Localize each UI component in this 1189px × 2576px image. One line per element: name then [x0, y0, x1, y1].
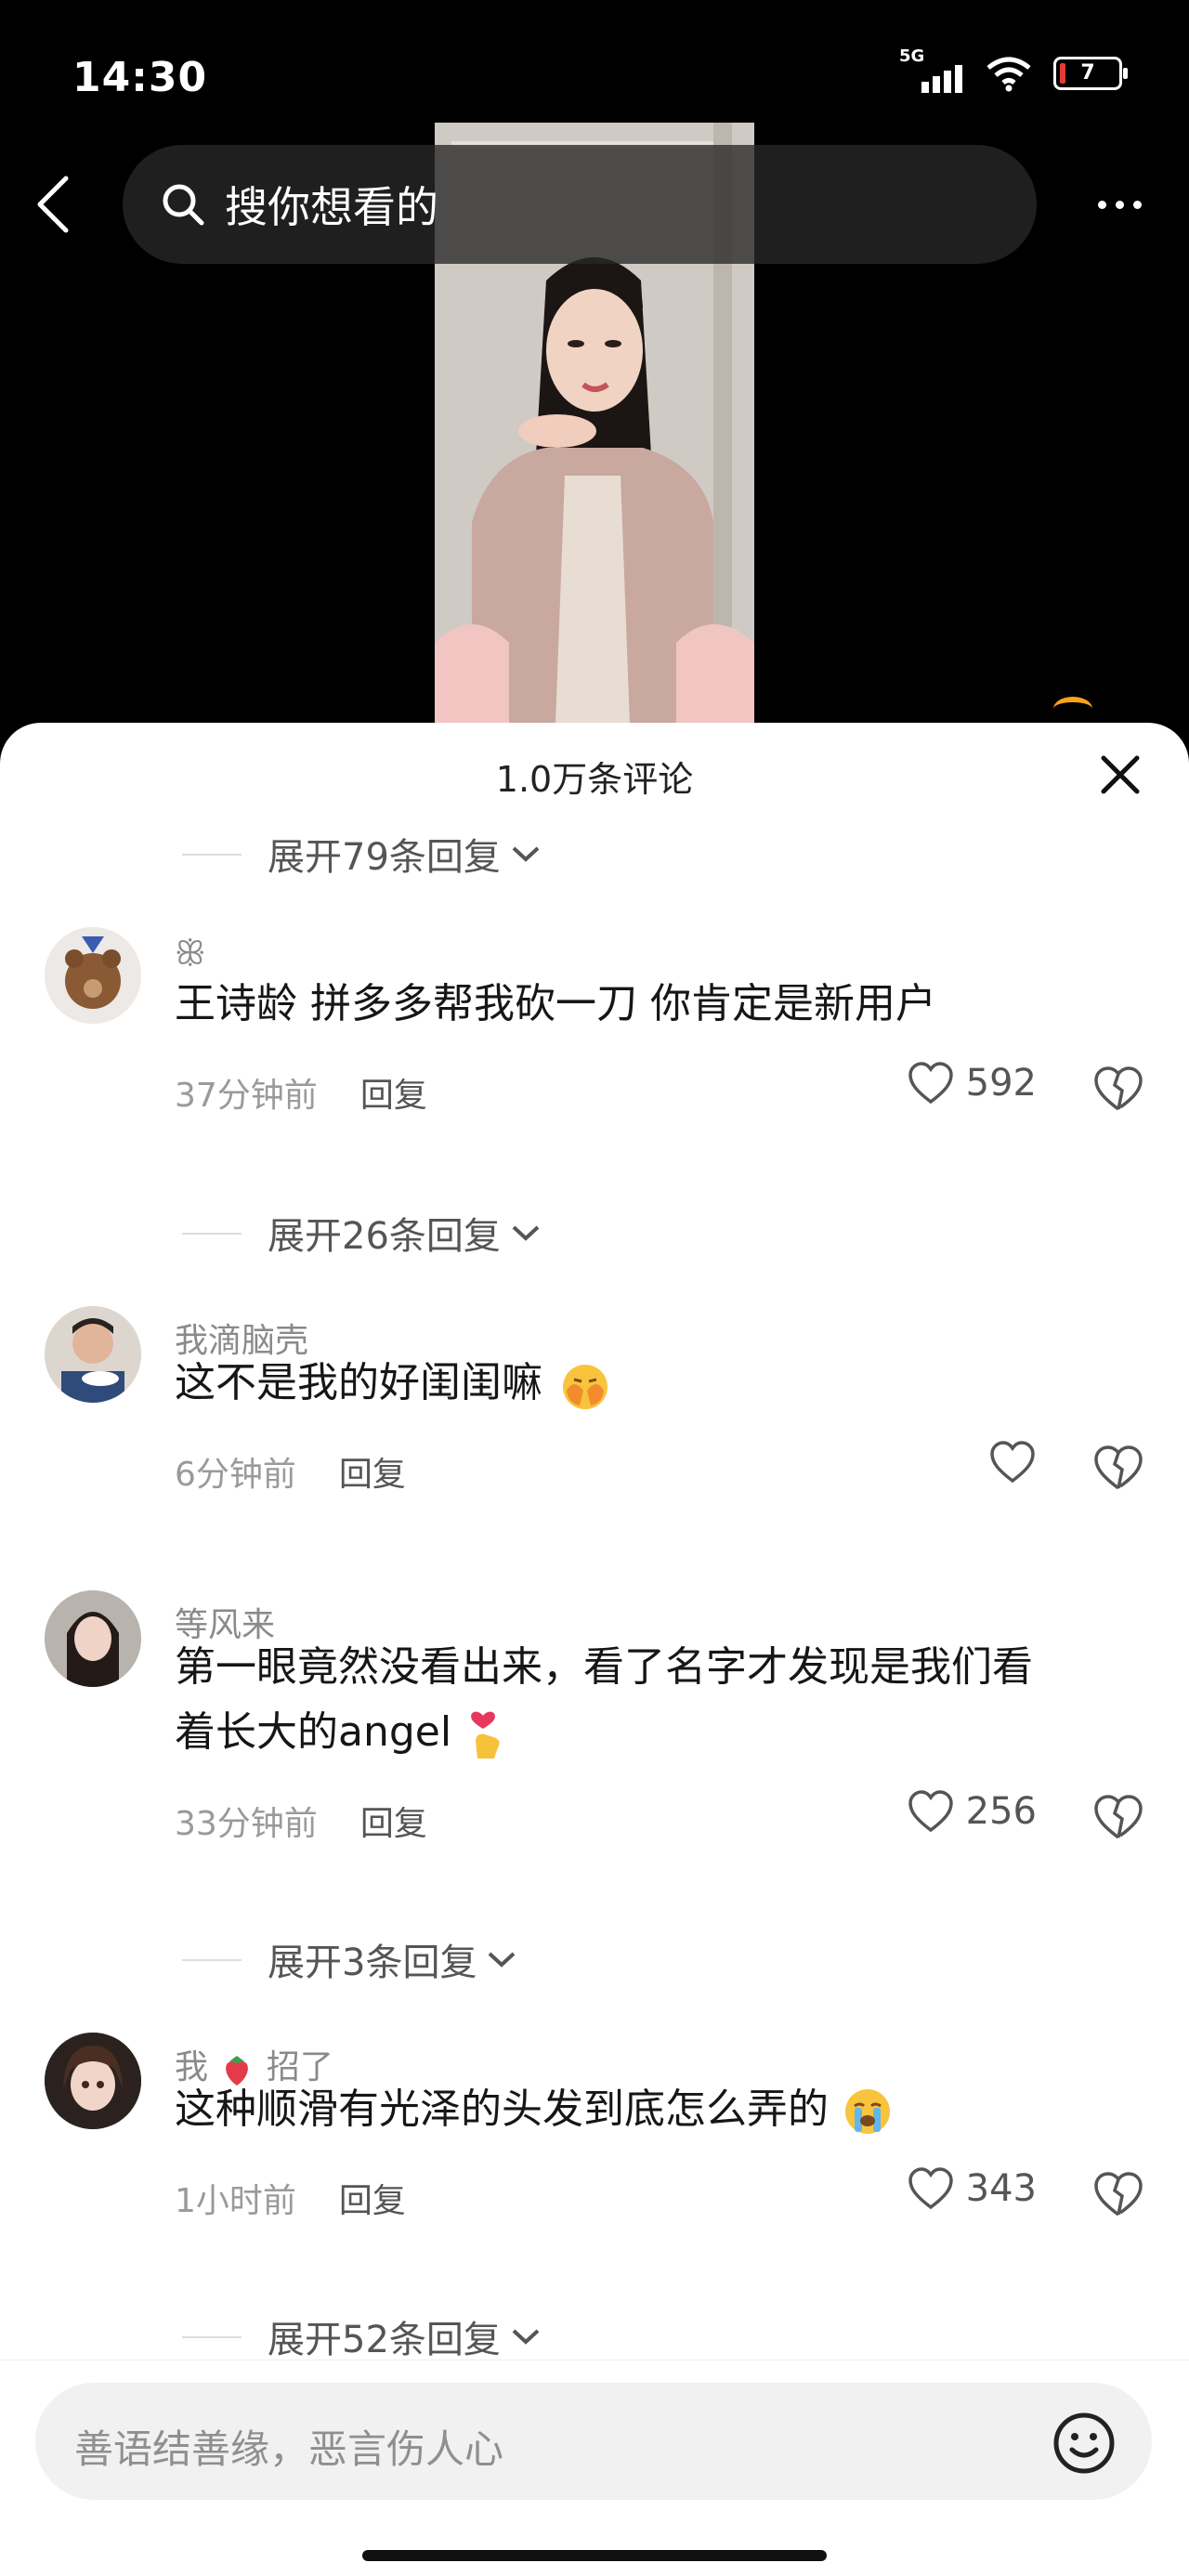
back-icon [37, 176, 69, 233]
search-placeholder: 搜你想看的 [225, 182, 438, 232]
comment-text-line: 着长大的angel [175, 1700, 1141, 1765]
comment-input[interactable]: 善语结善缘，恶言伤人心 [35, 2383, 1152, 2500]
comment-composer: 善语结善缘，恶言伤人心 [0, 2360, 1189, 2576]
status-bar: 14:30 5G 7 [0, 0, 1189, 139]
broken-heart-icon[interactable] [1092, 1793, 1144, 1841]
expand-replies-label: 展开79条回复 [268, 836, 501, 879]
expand-replies-button[interactable]: 展开52条回复 [182, 2309, 542, 2363]
comment-time: 6分钟前 [175, 1456, 296, 1494]
chevron-down-icon [512, 1225, 540, 1241]
close-icon[interactable] [1092, 747, 1148, 803]
comment-text-body: 这不是我的好闺闺嘛 [175, 1359, 542, 1406]
crying-face-emoji [845, 2089, 890, 2134]
face-with-hands-emoji [563, 1365, 608, 1409]
chevron-down-icon [489, 1952, 516, 1968]
heart-icon [908, 2167, 953, 2210]
comment-meta: 37分钟前 回复 [175, 1068, 427, 1117]
emoji-icon[interactable] [1052, 2411, 1117, 2476]
expand-replies-label: 展开3条回复 [268, 1942, 477, 1984]
avatar[interactable] [45, 2033, 141, 2129]
like-button[interactable]: 592 [907, 1061, 1037, 1105]
username[interactable]: ꕥ [175, 935, 205, 974]
heart-icon [908, 1790, 953, 1833]
comments-sheet: 1.0万条评论 展开79条回复 ꕥ 王诗龄 拼多多帮我砍一刀 你肯定是新用户 3… [0, 723, 1189, 2575]
comments-header: 1.0万条评论 [0, 723, 1189, 821]
reply-button[interactable]: 回复 [339, 1447, 406, 1496]
comments-title: 1.0万条评论 [495, 759, 694, 800]
heart-icon [908, 1062, 953, 1105]
signal-icon: 5G [899, 46, 964, 93]
comment-time: 1小时前 [175, 2182, 296, 2220]
finger-heart-emoji [471, 1711, 500, 1759]
expand-replies-button[interactable]: 展开26条回复 [182, 1206, 542, 1260]
like-count: 343 [965, 2167, 1037, 2210]
comment-text: 这不是我的好闺闺嘛 [175, 1351, 1141, 1416]
comment-input-placeholder: 善语结善缘，恶言伤人心 [74, 2426, 504, 2472]
avatar[interactable] [45, 1590, 141, 1687]
reply-button[interactable]: 回复 [360, 1797, 427, 1845]
status-icons: 5G 7 [899, 46, 1128, 93]
comment-text: 第一眼竟然没看出来，看了名字才发现是我们看 着长大的angel [175, 1635, 1141, 1765]
avatar[interactable] [45, 1306, 141, 1403]
broken-heart-icon[interactable] [1092, 1065, 1144, 1113]
like-button[interactable]: 343 [907, 2166, 1037, 2211]
reply-button[interactable]: 回复 [339, 2174, 406, 2222]
broken-heart-icon[interactable] [1092, 2170, 1144, 2218]
battery-icon: 7 [1053, 57, 1128, 90]
like-count: 592 [965, 1062, 1037, 1105]
like-button[interactable]: 256 [907, 1789, 1037, 1834]
like-button[interactable] [988, 1440, 1037, 1484]
comment-text-line: 第一眼竟然没看出来，看了名字才发现是我们看 [175, 1643, 1033, 1691]
wifi-icon [986, 57, 1031, 92]
like-count: 256 [965, 1790, 1037, 1833]
more-button[interactable] [1087, 178, 1152, 230]
comment-text-body: 这种顺滑有光泽的头发到底怎么弄的 [175, 2086, 829, 2133]
comment-time: 33分钟前 [175, 1805, 318, 1843]
comment-meta: 33分钟前 回复 [175, 1797, 427, 1845]
comment-meta: 1小时前 回复 [175, 2174, 406, 2222]
broken-heart-icon[interactable] [1092, 1444, 1144, 1492]
reply-button[interactable]: 回复 [360, 1068, 427, 1117]
chevron-down-icon [512, 2329, 540, 2345]
battery-level: 7 [1080, 61, 1095, 85]
comment-text: 王诗龄 拼多多帮我砍一刀 你肯定是新用户 [175, 980, 936, 1027]
expand-replies-button[interactable]: 展开79条回复 [182, 827, 542, 881]
comment-meta: 6分钟前 回复 [175, 1447, 406, 1496]
avatar[interactable] [45, 927, 141, 1024]
expand-replies-label: 展开26条回复 [268, 1215, 501, 1258]
comment-text: 这种顺滑有光泽的头发到底怎么弄的 [175, 2077, 1141, 2142]
comment-time: 37分钟前 [175, 1077, 318, 1115]
expand-replies-label: 展开52条回复 [268, 2319, 501, 2361]
more-icon [1097, 200, 1106, 209]
progress-hint [1053, 697, 1092, 721]
chevron-down-icon [512, 846, 540, 862]
search-bar[interactable]: 搜你想看的 [123, 145, 1037, 264]
heart-icon [990, 1441, 1035, 1484]
comment-text-line2: 着长大的angel [175, 1708, 452, 1756]
search-icon [163, 184, 204, 226]
expand-replies-button[interactable]: 展开3条回复 [182, 1932, 517, 1986]
back-button[interactable] [28, 167, 78, 242]
status-time: 14:30 [72, 54, 208, 101]
home-indicator[interactable] [362, 2550, 827, 2561]
